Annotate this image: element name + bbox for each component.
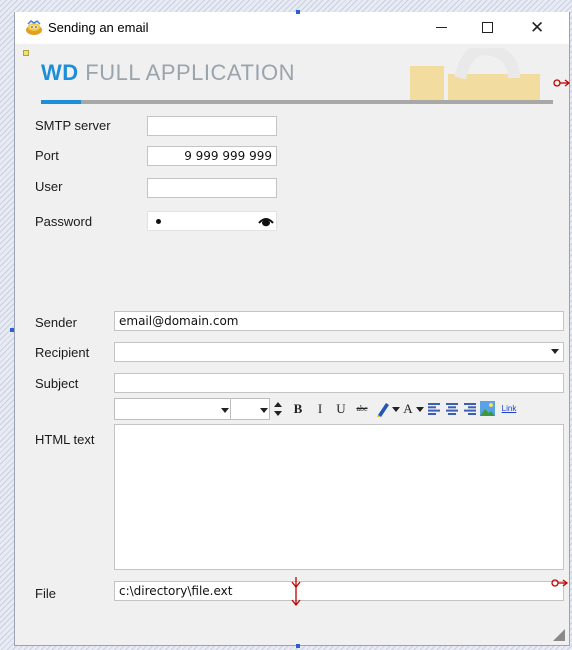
user-field[interactable] bbox=[147, 178, 277, 198]
italic-button[interactable]: I bbox=[313, 398, 327, 420]
selection-handle[interactable] bbox=[10, 328, 14, 332]
chevron-down-icon bbox=[221, 408, 229, 413]
minimize-button[interactable] bbox=[419, 12, 465, 44]
window-title: Sending an email bbox=[48, 20, 149, 35]
insert-link-button[interactable]: Link bbox=[498, 398, 520, 420]
anchor-vertical-icon bbox=[291, 577, 301, 606]
port-field[interactable]: 9 999 999 999 bbox=[147, 146, 277, 166]
email-window: Sending an email ✕ WD FULL APPLICATION S… bbox=[14, 12, 571, 646]
align-right-icon[interactable] bbox=[464, 403, 476, 415]
banner-divider-accent bbox=[41, 100, 81, 104]
selection-handle[interactable] bbox=[296, 644, 300, 648]
lock-watermark-icon bbox=[410, 48, 540, 102]
smtp-label: SMTP server bbox=[35, 118, 111, 133]
subject-label: Subject bbox=[35, 376, 79, 391]
banner-brand: WD bbox=[41, 60, 79, 85]
chevron-down-icon[interactable] bbox=[416, 407, 424, 412]
sender-field[interactable]: email@domain.com bbox=[114, 311, 564, 331]
subject-field[interactable] bbox=[114, 373, 564, 393]
highlight-pen-icon[interactable] bbox=[376, 401, 390, 417]
html-text-editor[interactable] bbox=[114, 424, 564, 570]
strikethrough-button[interactable]: abc bbox=[353, 398, 371, 420]
title-bar[interactable]: Sending an email ✕ bbox=[15, 12, 569, 44]
password-field[interactable] bbox=[147, 211, 277, 231]
underline-button[interactable]: U bbox=[334, 398, 348, 420]
smtp-server-field[interactable] bbox=[147, 116, 277, 136]
resize-grip-icon[interactable] bbox=[553, 629, 565, 641]
password-label: Password bbox=[35, 214, 93, 229]
password-mask bbox=[156, 219, 161, 224]
html-toolbar: B I U abc A Link bbox=[114, 398, 568, 420]
app-icon bbox=[26, 20, 42, 35]
bold-button[interactable]: B bbox=[290, 398, 306, 420]
maximize-icon bbox=[482, 22, 493, 33]
maximize-button[interactable] bbox=[465, 12, 511, 44]
close-button[interactable]: ✕ bbox=[515, 12, 561, 44]
align-left-icon[interactable] bbox=[428, 403, 440, 415]
sender-label: Sender bbox=[35, 315, 77, 330]
chevron-down-icon[interactable] bbox=[551, 349, 559, 354]
minimize-icon bbox=[436, 27, 447, 28]
file-label: File bbox=[35, 586, 56, 601]
html-text-label: HTML text bbox=[35, 432, 95, 447]
recipient-combo[interactable] bbox=[114, 342, 564, 362]
recipient-label: Recipient bbox=[35, 345, 90, 360]
anchor-right-icon bbox=[553, 79, 571, 87]
file-field[interactable]: c:\directory\file.ext bbox=[114, 581, 564, 601]
chevron-down-icon bbox=[260, 408, 268, 413]
banner-subtitle: FULL APPLICATION bbox=[78, 60, 295, 85]
anchor-right-icon bbox=[551, 579, 569, 587]
chevron-down-icon[interactable] bbox=[392, 407, 400, 412]
port-label: Port bbox=[35, 148, 59, 163]
font-family-combo[interactable] bbox=[114, 398, 231, 420]
header-banner: WD FULL APPLICATION bbox=[15, 44, 571, 104]
close-icon: ✕ bbox=[530, 18, 545, 38]
selection-handle[interactable] bbox=[296, 10, 300, 14]
font-color-button[interactable]: A bbox=[402, 398, 414, 420]
banner-title: WD FULL APPLICATION bbox=[41, 60, 295, 86]
banner-divider bbox=[41, 100, 553, 104]
spin-icon[interactable] bbox=[274, 401, 282, 417]
user-label: User bbox=[35, 179, 63, 194]
font-size-combo[interactable] bbox=[230, 398, 270, 420]
eye-icon[interactable] bbox=[258, 215, 274, 227]
insert-image-icon[interactable] bbox=[480, 401, 495, 416]
align-center-icon[interactable] bbox=[446, 403, 458, 415]
